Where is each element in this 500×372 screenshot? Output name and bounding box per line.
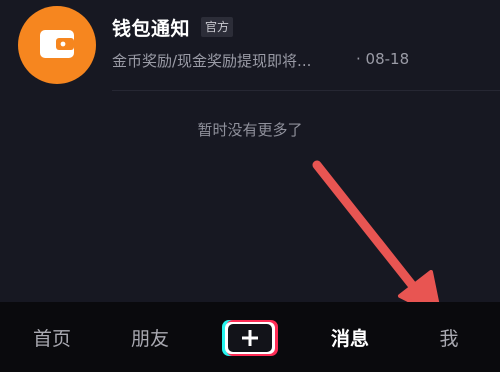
tab-friends[interactable]: 朋友	[124, 302, 176, 372]
no-more-text: 暂时没有更多了	[197, 121, 303, 139]
wallet-icon	[40, 30, 74, 58]
create-button-inner	[228, 324, 272, 352]
tab-messages[interactable]: 消息	[324, 302, 376, 372]
notification-title: 钱包通知	[112, 18, 191, 40]
plus-icon	[242, 330, 258, 346]
notification-preview: 金币奖励/现金奖励提现即将...	[112, 52, 312, 70]
messages-screen: 钱包通知 官方 金币奖励/现金奖励提现即将... · 08-18 暂时没有更多了…	[0, 0, 500, 372]
divider	[112, 90, 500, 91]
create-button[interactable]	[222, 320, 278, 356]
avatar	[18, 6, 96, 84]
wallet-notification-row[interactable]: 钱包通知 官方 金币奖励/现金奖励提现即将... · 08-18	[0, 0, 500, 90]
tab-me[interactable]: 我	[432, 302, 466, 372]
official-badge: 官方	[201, 17, 234, 37]
notification-time: · 08-18	[356, 50, 410, 68]
tab-home[interactable]: 首页	[26, 302, 78, 372]
